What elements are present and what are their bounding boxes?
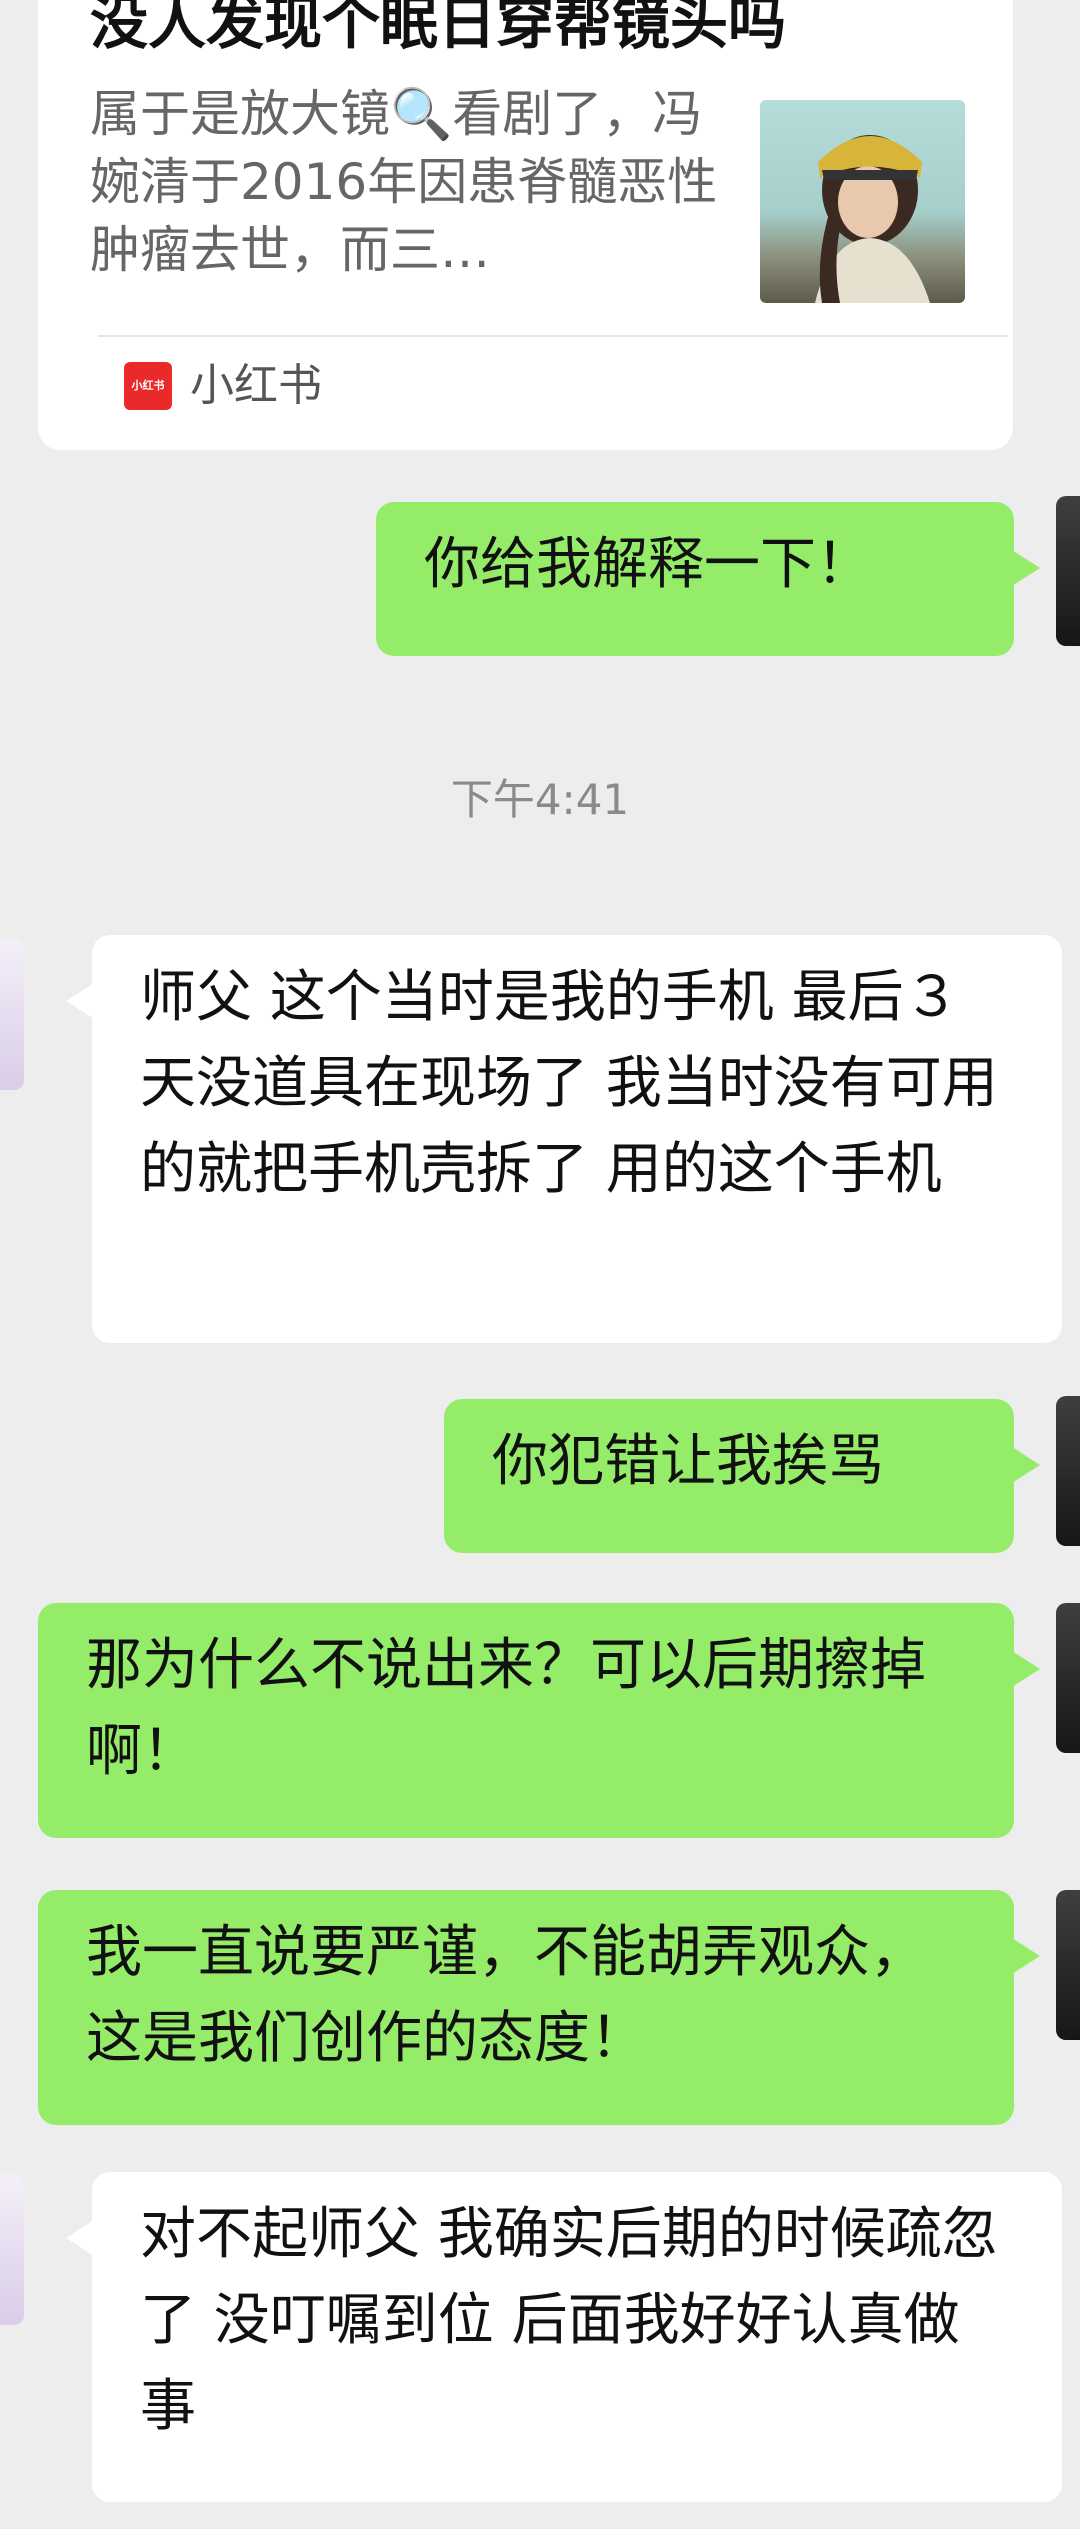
message-text: 那为什么不说出来？可以后期擦掉啊！ bbox=[86, 1633, 926, 1784]
my-avatar[interactable] bbox=[1056, 1396, 1080, 1546]
message-text: 你犯错让我挨骂 bbox=[492, 1429, 884, 1494]
message-text: 你给我解释一下！ bbox=[424, 532, 872, 597]
my-avatar[interactable] bbox=[1056, 1890, 1080, 2040]
card-title: 没人发现个眠日穿帮镜头吗 bbox=[90, 0, 787, 57]
card-source-label: 小红书 bbox=[190, 360, 322, 411]
message-bubble-outgoing[interactable]: 你给我解释一下！ bbox=[376, 502, 1040, 656]
message-text: 对不起师父 我确实后期的时候疏忽了 没叮嘱到位 后面我好好认真做事 bbox=[140, 2202, 998, 2439]
message-bubble-outgoing[interactable]: 你犯错让我挨骂 bbox=[444, 1399, 1040, 1553]
card-divider bbox=[98, 335, 1008, 337]
message-bubble-outgoing[interactable]: 那为什么不说出来？可以后期擦掉啊！ bbox=[38, 1603, 1040, 1838]
contact-avatar[interactable] bbox=[0, 940, 24, 1090]
card-description: 属于是放大镜🔍看剧了，冯婉清于2016年因患脊髓恶性肿瘤去世，而三… bbox=[90, 85, 718, 279]
card-thumbnail-image bbox=[760, 100, 965, 303]
my-avatar[interactable] bbox=[1056, 1603, 1080, 1753]
message-bubble-incoming[interactable]: 对不起师父 我确实后期的时候疏忽了 没叮嘱到位 后面我好好认真做事 bbox=[66, 2172, 1062, 2502]
message-text: 我一直说要严谨，不能胡弄观众，这是我们创作的态度！ bbox=[86, 1920, 926, 2071]
message-text: 师父 这个当时是我的手机 最后３天没道具在现场了 我当时没有可用的就把手机壳拆了… bbox=[140, 965, 998, 1202]
my-avatar[interactable] bbox=[1056, 496, 1080, 646]
xiaohongshu-logo-icon: 小红书 bbox=[124, 362, 172, 410]
chat-timestamp: 下午4:41 bbox=[450, 775, 630, 824]
contact-avatar[interactable] bbox=[0, 2175, 24, 2325]
shared-link-card[interactable]: 没人发现个眠日穿帮镜头吗 属于是放大镜🔍看剧了，冯婉清于2016年因患脊髓恶性肿… bbox=[38, 0, 1013, 450]
message-bubble-outgoing[interactable]: 我一直说要严谨，不能胡弄观众，这是我们创作的态度！ bbox=[38, 1890, 1040, 2125]
message-bubble-incoming[interactable]: 师父 这个当时是我的手机 最后３天没道具在现场了 我当时没有可用的就把手机壳拆了… bbox=[66, 935, 1062, 1343]
